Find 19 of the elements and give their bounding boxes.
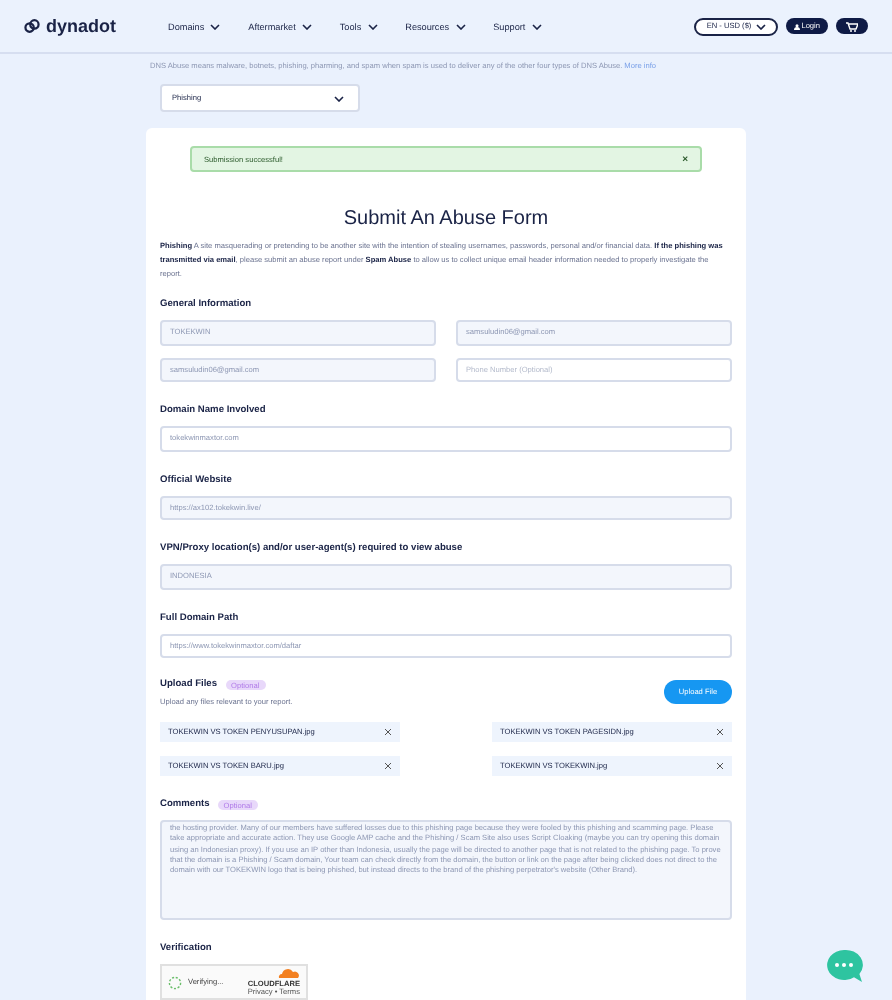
user-icon — [793, 23, 800, 29]
remove-button[interactable] — [384, 762, 392, 770]
remove-button[interactable] — [716, 728, 724, 736]
cart-icon — [846, 21, 858, 31]
form-title: Submit An Abuse Form — [341, 208, 551, 230]
logo-icon — [24, 18, 40, 34]
logo-text[interactable]: dynadot — [46, 16, 116, 36]
cart-button[interactable] — [836, 17, 868, 35]
remove-button[interactable] — [716, 762, 724, 770]
chevron-down-icon — [301, 23, 312, 29]
chevron-down-icon — [367, 23, 378, 29]
cloud-icon — [276, 968, 300, 978]
chevron-down-icon — [531, 23, 542, 29]
chevron-down-icon — [755, 23, 766, 29]
chevron-down-icon — [334, 95, 344, 101]
chevron-down-icon — [210, 23, 221, 29]
remove-button[interactable] — [384, 728, 392, 736]
chevron-down-icon — [455, 23, 466, 29]
spinner-icon — [168, 975, 182, 989]
